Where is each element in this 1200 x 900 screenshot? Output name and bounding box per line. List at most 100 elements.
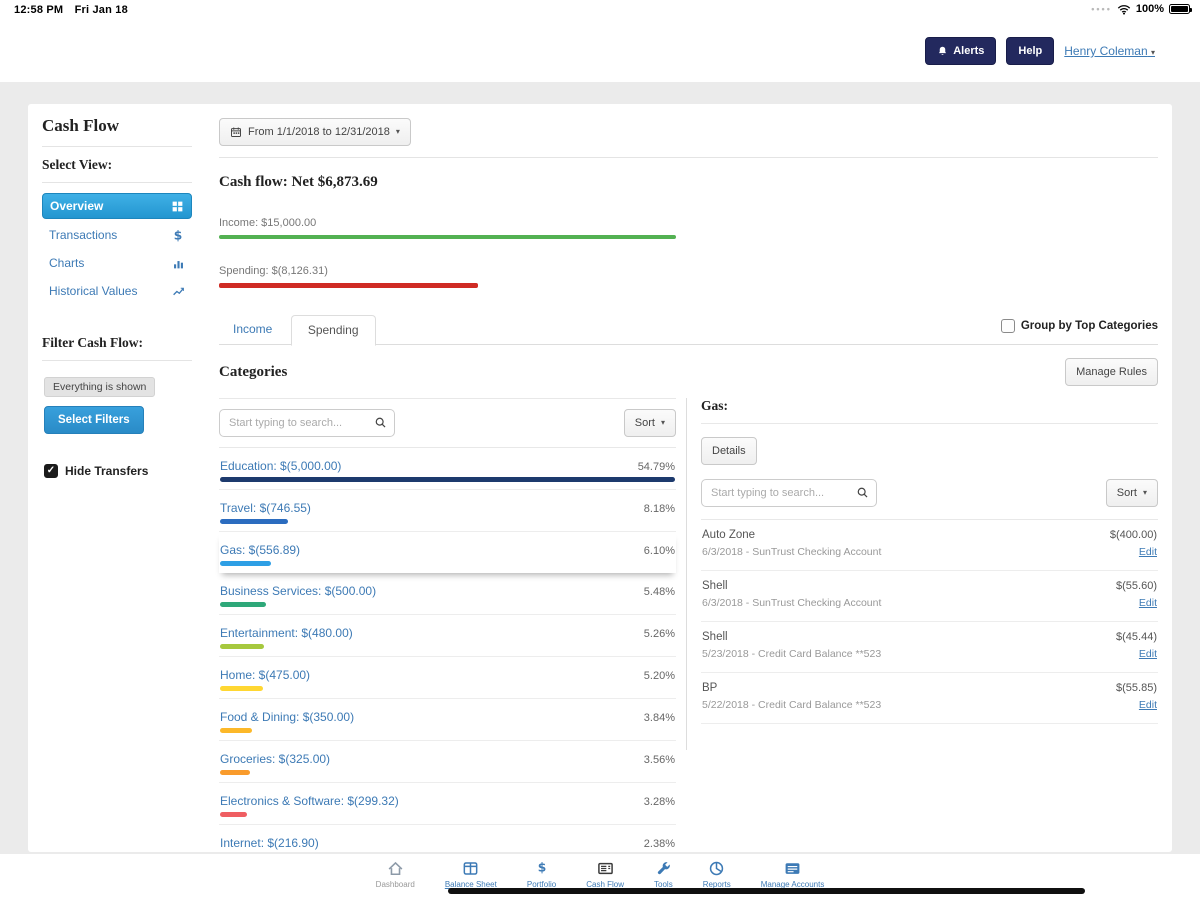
category-percent: 5.48% [644, 586, 675, 598]
nav-item-dashboard[interactable]: Dashboard [376, 860, 415, 889]
category-bar [220, 477, 675, 482]
date-range-label: From 1/1/2018 to 12/31/2018 [248, 126, 390, 138]
status-date: Fri Jan 18 [75, 4, 128, 16]
category-percent: 5.20% [644, 670, 675, 682]
battery-icon [1169, 4, 1190, 14]
category-sort-button[interactable]: Sort ▾ [624, 409, 676, 437]
category-row-travel[interactable]: Travel: $(746.55) 8.18% [219, 490, 676, 532]
status-time: 12:58 PM [14, 4, 63, 16]
income-label: Income: $15,000.00 [219, 217, 1158, 229]
transaction-amount: $(400.00) [1110, 529, 1157, 541]
edit-link[interactable]: Edit [1139, 546, 1157, 558]
edit-link[interactable]: Edit [1139, 648, 1157, 660]
category-link[interactable]: Education: $(5,000.00) [220, 459, 341, 473]
category-link[interactable]: Food & Dining: $(350.00) [220, 710, 354, 724]
transaction-description: 6/3/2018 - SunTrust Checking Account [702, 546, 881, 558]
category-percent: 3.56% [644, 754, 675, 766]
tab-income[interactable]: Income [219, 315, 286, 343]
alerts-button[interactable]: Alerts [925, 37, 996, 65]
home-indicator[interactable] [448, 888, 1085, 894]
category-link[interactable]: Travel: $(746.55) [220, 501, 311, 515]
category-link[interactable]: Entertainment: $(480.00) [220, 626, 353, 640]
page-background: Cash Flow Select View: OverviewTransacti… [0, 82, 1200, 900]
detail-title: Gas: [701, 398, 1158, 424]
user-menu-label: Henry Coleman [1064, 44, 1147, 58]
nav-item-balance-sheet[interactable]: Balance Sheet [445, 860, 497, 889]
select-filters-button[interactable]: Select Filters [44, 406, 144, 434]
edit-link[interactable]: Edit [1139, 699, 1157, 711]
category-link[interactable]: Business Services: $(500.00) [220, 584, 376, 598]
category-row-business-services[interactable]: Business Services: $(500.00) 5.48% [219, 573, 676, 615]
category-search-input[interactable] [219, 409, 395, 437]
hide-transfers-toggle[interactable]: ✓ Hide Transfers [44, 464, 192, 478]
category-row-gas[interactable]: Gas: $(556.89) 6.10% [219, 532, 676, 573]
edit-link[interactable]: Edit [1139, 597, 1157, 609]
transaction-info: Shell6/3/2018 - SunTrust Checking Accoun… [702, 580, 881, 611]
nav-item-reports[interactable]: Reports [703, 860, 731, 889]
chevron-down-icon: ▾ [661, 419, 665, 427]
categories-column: Sort ▾ Education: $(5,000.00)54.79% Trave… [219, 398, 676, 852]
nav-item-label: Dashboard [376, 880, 415, 889]
date-range-button[interactable]: From 1/1/2018 to 12/31/2018 ▾ [219, 118, 411, 146]
category-row-entertainment[interactable]: Entertainment: $(480.00)5.26% [219, 615, 676, 657]
cellular-signal-icon: •••• [1091, 4, 1112, 14]
nav-item-manage-accounts[interactable]: Manage Accounts [761, 860, 825, 889]
category-row-text: Business Services: $(500.00) 5.48% [220, 584, 675, 598]
sidebar-item-historical-values[interactable]: Historical Values [42, 279, 192, 303]
nav-item-tools[interactable]: Tools [654, 860, 673, 889]
app-header: Alerts Help Henry Coleman ▾ [0, 22, 1200, 82]
manage-rules-button[interactable]: Manage Rules [1065, 358, 1158, 386]
category-bar [220, 770, 250, 775]
net-cash-flow: Cash flow: Net $6,873.69 [219, 174, 1158, 191]
sidebar-item-label: Historical Values [49, 284, 137, 298]
category-bar [220, 561, 271, 566]
category-link[interactable]: Groceries: $(325.00) [220, 752, 330, 766]
battery-percent: 100% [1136, 3, 1164, 15]
calendar-icon [230, 126, 242, 138]
category-row-text: Home: $(475.00) 5.20% [220, 668, 675, 682]
help-button[interactable]: Help [1006, 37, 1054, 65]
category-row-education[interactable]: Education: $(5,000.00)54.79% [219, 448, 676, 490]
category-link[interactable]: Internet: $(216.90) [220, 836, 319, 850]
transaction-info: Shell5/23/2018 - Credit Card Balance **5… [702, 631, 881, 662]
transaction-amount: $(45.44) [1116, 631, 1157, 643]
category-row-groceries[interactable]: Groceries: $(325.00) 3.56% [219, 741, 676, 783]
category-row-internet[interactable]: Internet: $(216.90)2.38% [219, 825, 676, 852]
transaction-row: BP5/22/2018 - Credit Card Balance **523$… [701, 673, 1158, 724]
category-row-home[interactable]: Home: $(475.00) 5.20% [219, 657, 676, 699]
transaction-amount: $(55.85) [1116, 682, 1157, 694]
categories-heading: Categories [219, 364, 287, 381]
sort-label: Sort [635, 417, 655, 429]
group-by-top-categories-toggle[interactable]: Group by Top Categories [1001, 319, 1158, 333]
transaction-sort-button[interactable]: Sort ▾ [1106, 479, 1158, 507]
group-by-checkbox[interactable] [1001, 319, 1015, 333]
category-row-electronics-software[interactable]: Electronics & Software: $(299.32)3.28% [219, 783, 676, 825]
hide-transfers-checkbox[interactable]: ✓ [44, 464, 58, 478]
category-bar [220, 686, 263, 691]
sidebar-item-charts[interactable]: Charts [42, 251, 192, 275]
category-percent: 8.18% [644, 503, 675, 515]
sidebar-item-transactions[interactable]: Transactions$ [42, 223, 192, 247]
nav-item-cash-flow[interactable]: Cash Flow [586, 860, 624, 889]
transaction-search [701, 479, 877, 507]
nav-item-portfolio[interactable]: $Portfolio [527, 860, 556, 889]
category-percent: 6.10% [644, 545, 675, 557]
details-button[interactable]: Details [701, 437, 757, 465]
category-link[interactable]: Home: $(475.00) [220, 668, 310, 682]
category-link[interactable]: Electronics & Software: $(299.32) [220, 794, 399, 808]
category-link[interactable]: Gas: $(556.89) [220, 543, 300, 557]
status-time-date: 12:58 PM Fri Jan 18 [14, 4, 136, 16]
category-row-food-dining[interactable]: Food & Dining: $(350.00)3.84% [219, 699, 676, 741]
user-menu[interactable]: Henry Coleman ▾ [1064, 44, 1155, 58]
category-row-text: Travel: $(746.55) 8.18% [220, 501, 675, 515]
sidebar: Cash Flow Select View: OverviewTransacti… [28, 104, 206, 852]
search-icon [374, 416, 387, 429]
manage-accounts-icon [784, 860, 801, 877]
transaction-row: Auto Zone 6/3/2018 - SunTrust Checking Ac… [701, 520, 1158, 571]
cash-flow-icon [597, 860, 614, 877]
tab-spending[interactable]: Spending [291, 315, 376, 346]
transaction-search-input[interactable] [701, 479, 877, 507]
transaction-name: Auto Zone [702, 529, 881, 541]
sidebar-item-overview[interactable]: Overview [42, 193, 192, 219]
grid-icon [171, 200, 184, 213]
